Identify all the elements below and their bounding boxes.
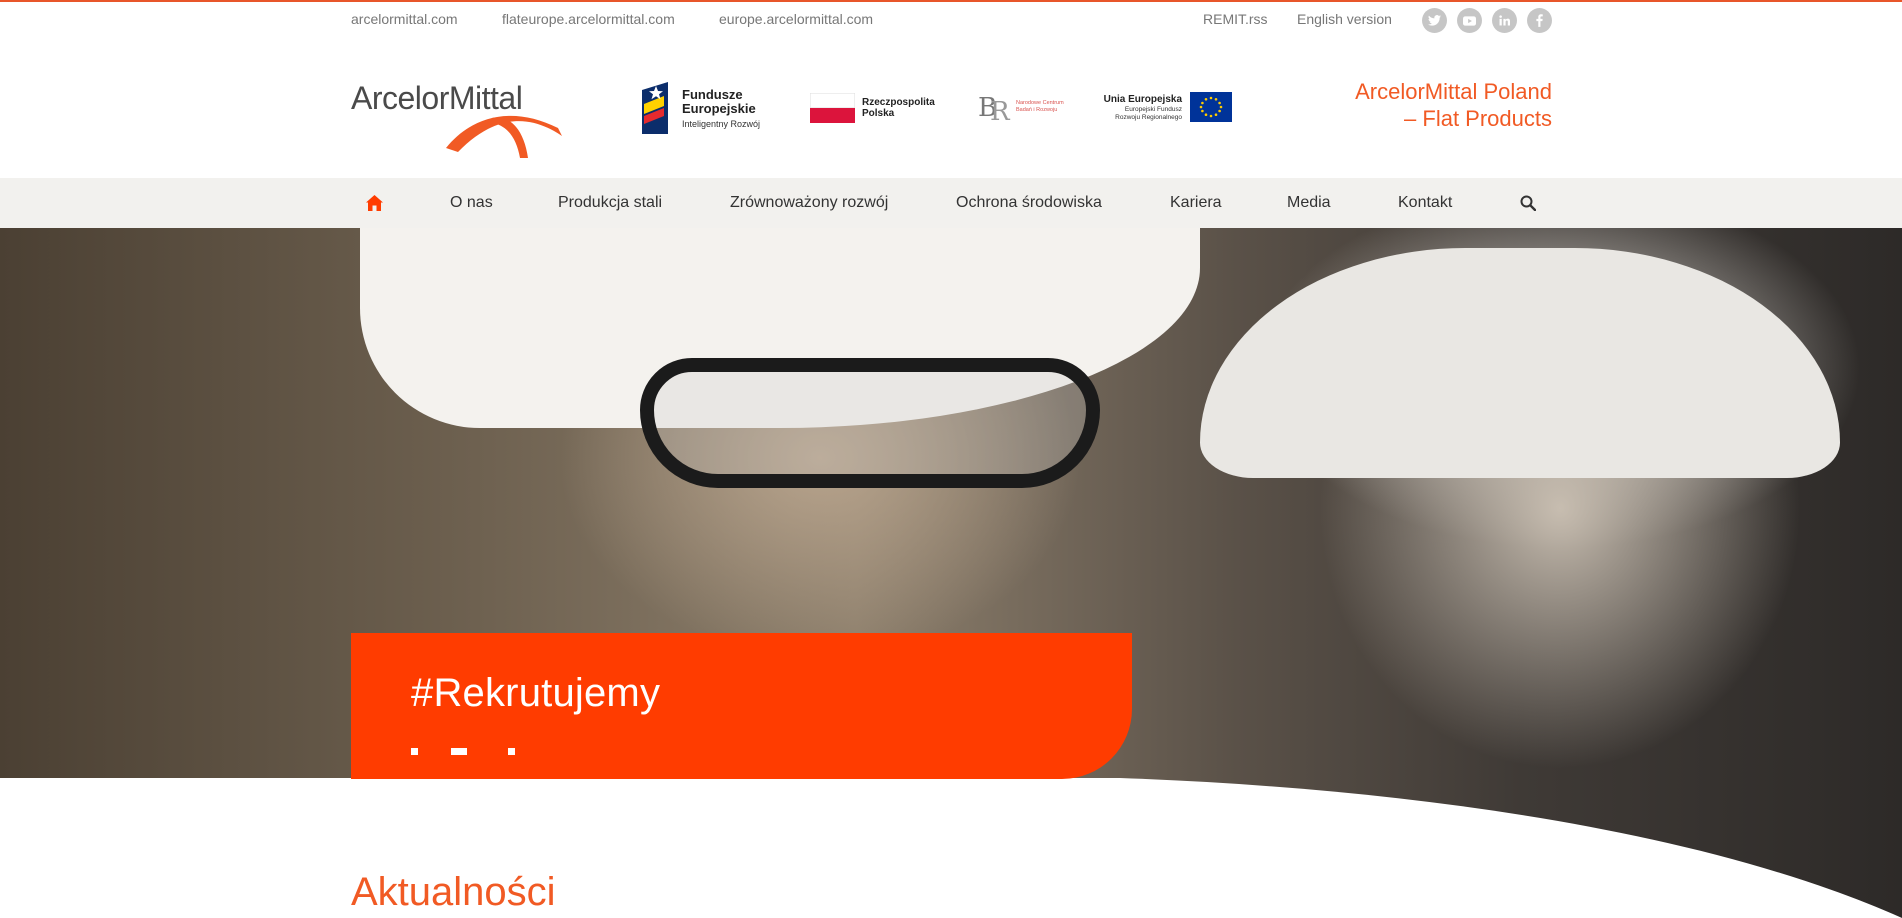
svg-text:R: R — [990, 97, 1011, 124]
slider-dot[interactable] — [508, 748, 515, 755]
utility-bar: arcelormittal.com flateurope.arcelormitt… — [0, 0, 1902, 40]
fundusze-europejskie-icon — [642, 82, 668, 134]
polish-flag-icon — [810, 93, 855, 123]
link-europe[interactable]: europe.arcelormittal.com — [719, 11, 873, 27]
nav-item-kariera[interactable]: Kariera — [1170, 194, 1222, 212]
english-version-link[interactable]: English version — [1297, 11, 1392, 27]
nav-item-produkcja-stali[interactable]: Produkcja stali — [558, 194, 662, 212]
linkedin-icon[interactable] — [1492, 8, 1517, 33]
link-flateurope[interactable]: flateurope.arcelormittal.com — [502, 11, 675, 27]
ncbr-icon: B R — [978, 93, 1011, 124]
company-name-line2: – Flat Products — [1404, 106, 1552, 131]
home-icon[interactable] — [366, 195, 383, 216]
facebook-icon[interactable] — [1527, 8, 1552, 33]
logo-wordmark[interactable]: ArcelorMittal — [351, 80, 523, 117]
company-name-line1: ArcelorMittal Poland — [1355, 79, 1552, 104]
fe-title: Fundusze Europejskie — [682, 87, 756, 116]
nav-item-zrownowazony-rozwoj[interactable]: Zrównoważony rozwój — [730, 194, 888, 212]
nav-item-kontakt[interactable]: Kontakt — [1398, 194, 1452, 212]
youtube-icon[interactable] — [1457, 8, 1482, 33]
slider-dot[interactable] — [411, 748, 418, 755]
ncbr-text: Narodowe Centrum Badań i Rozwoju — [1016, 100, 1064, 113]
hero-badge[interactable]: #Rekrutujemy — [351, 633, 1132, 779]
nav-item-o-nas[interactable]: O nas — [450, 194, 493, 212]
search-icon[interactable] — [1520, 195, 1537, 216]
ncbr-logo[interactable]: B R Narodowe Centrum Badań i Rozwoju — [978, 90, 1073, 126]
ue-title: Unia Europejska — [1103, 94, 1182, 105]
hero-badge-title: #Rekrutujemy — [411, 671, 661, 715]
nav-item-media[interactable]: Media — [1287, 194, 1331, 212]
link-arcelormittal-com[interactable]: arcelormittal.com — [351, 11, 458, 27]
eu-flag-icon — [1190, 92, 1232, 122]
hero-photo-helmet-right — [1200, 248, 1840, 478]
rzeczpospolita-polska-logo[interactable]: Rzeczpospolita Polska — [810, 93, 940, 125]
rp-title: Rzeczpospolita Polska — [862, 97, 935, 119]
unia-europejska-logo[interactable]: Unia Europejska Europejski Fundusz Rozwo… — [1100, 92, 1235, 126]
twitter-icon[interactable] — [1422, 8, 1447, 33]
remit-rss-link[interactable]: REMIT.rss — [1203, 11, 1268, 27]
slider-dot-active[interactable] — [451, 748, 467, 755]
hero-photo-goggles — [640, 358, 1100, 488]
nav-item-ochrona-srodowiska[interactable]: Ochrona środowiska — [956, 194, 1102, 212]
ue-subtitle: Europejski Fundusz Rozwoju Regionalnego — [1115, 106, 1182, 121]
fundusze-europejskie-logo[interactable]: Fundusze Europejskie Inteligentny Rozwój — [642, 82, 767, 136]
main-navigation: O nas Produkcja stali Zrównoważony rozwó… — [0, 178, 1902, 228]
site-header — [0, 40, 1902, 178]
hero-banner: #Rekrutujemy — [0, 228, 1902, 918]
news-section-title: Aktualności — [351, 870, 556, 914]
company-name: ArcelorMittal Poland – Flat Products — [1300, 78, 1552, 132]
fe-subtitle: Inteligentny Rozwój — [682, 119, 761, 129]
